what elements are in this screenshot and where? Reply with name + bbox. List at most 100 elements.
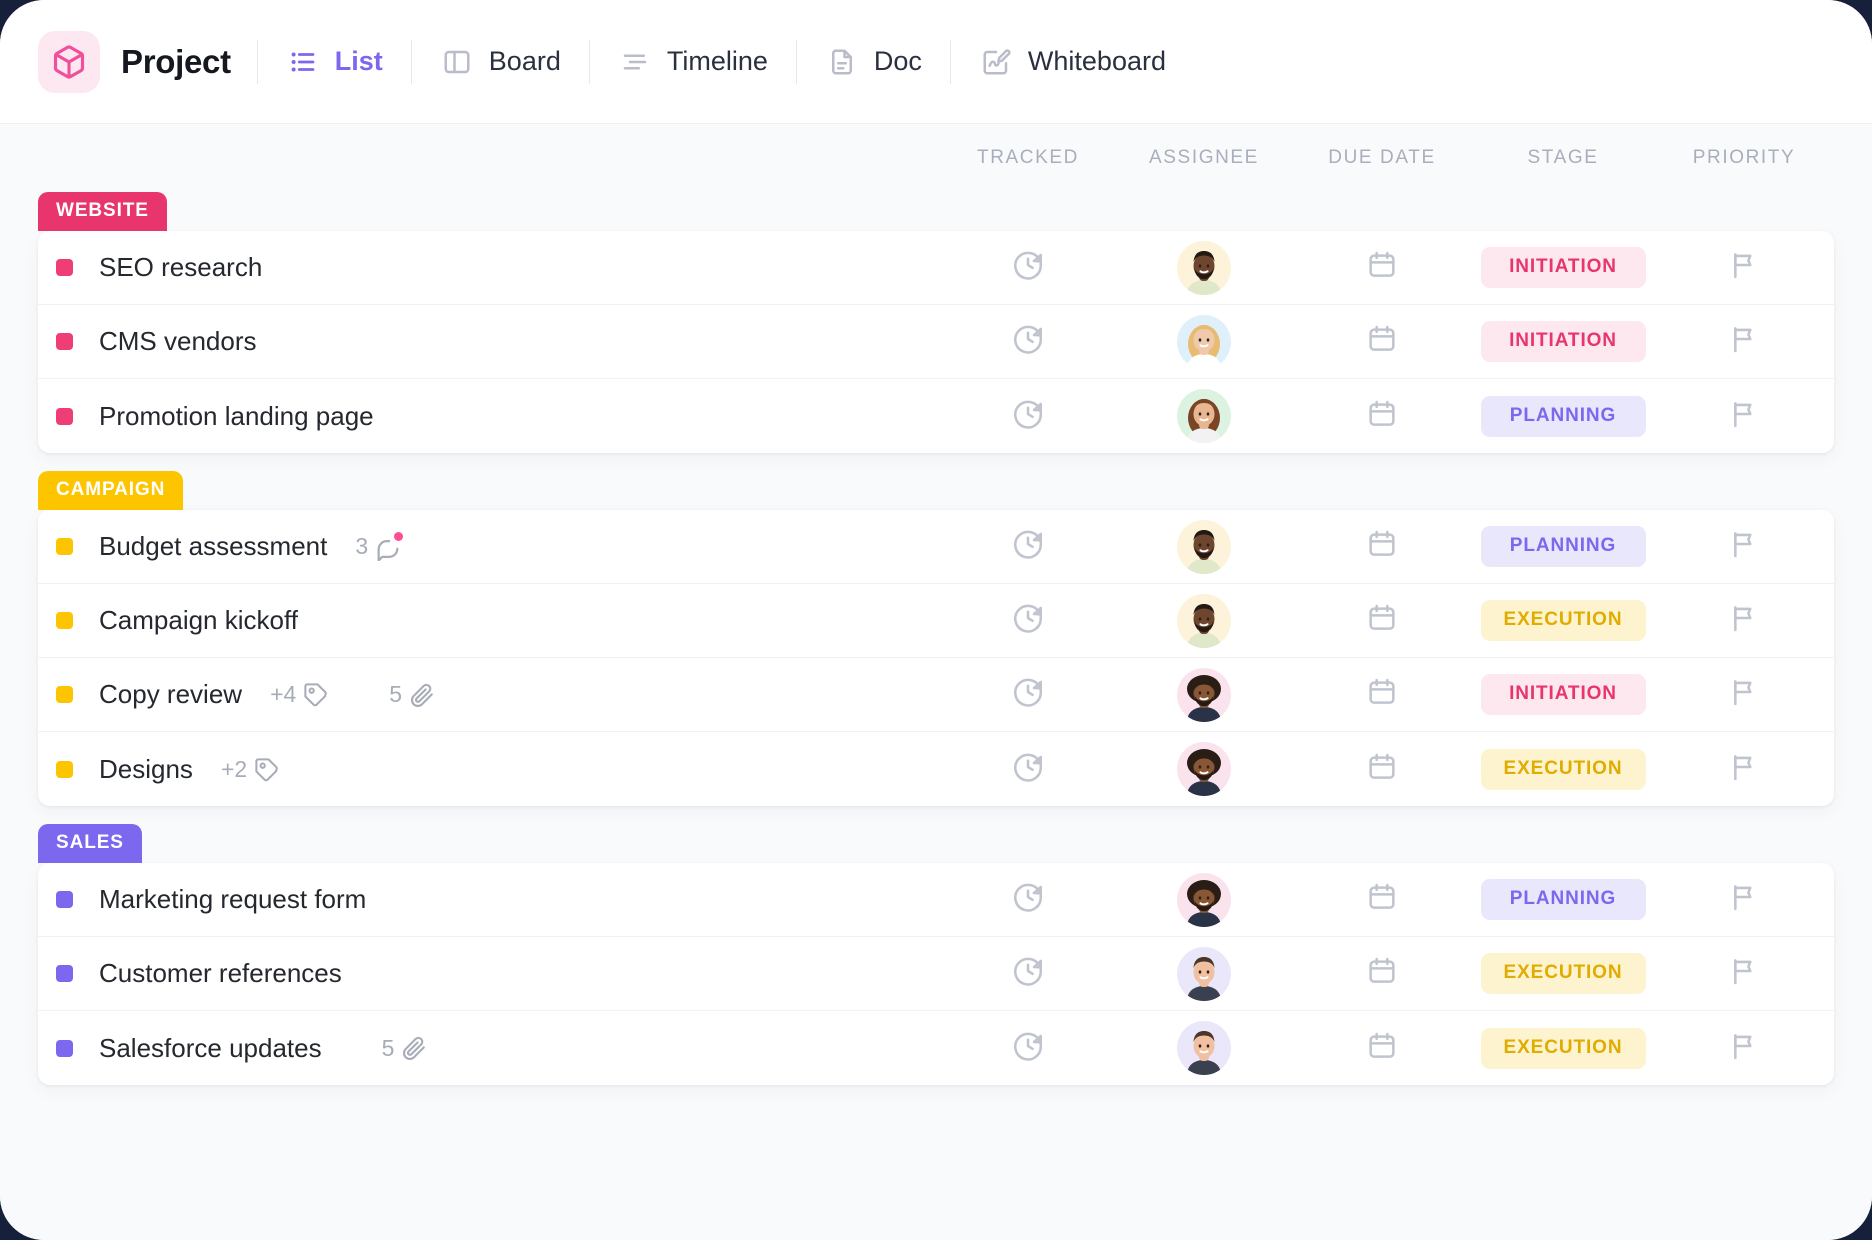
table-row[interactable]: CMS vendors — [38, 305, 1834, 379]
task-name-cell[interactable]: SEO research — [56, 252, 940, 283]
stage-cell[interactable]: INITIATION — [1472, 247, 1654, 288]
status-badge[interactable]: INITIATION — [1481, 674, 1646, 715]
assignee-cell[interactable] — [1116, 241, 1292, 295]
stage-cell[interactable]: EXECUTION — [1472, 749, 1654, 790]
avatar[interactable] — [1177, 668, 1231, 722]
calendar-icon[interactable] — [1366, 323, 1398, 360]
group-tag-website[interactable]: WEBSITE — [38, 192, 167, 231]
tab-list[interactable]: List — [258, 32, 411, 92]
table-row[interactable]: Salesforce updates 5 — [38, 1011, 1834, 1085]
stage-cell[interactable]: EXECUTION — [1472, 953, 1654, 994]
avatar[interactable] — [1177, 594, 1231, 648]
flag-icon[interactable] — [1728, 1030, 1760, 1067]
stopwatch-icon[interactable] — [1011, 248, 1045, 287]
due-date-cell[interactable] — [1292, 881, 1472, 918]
stopwatch-icon[interactable] — [1011, 880, 1045, 919]
due-date-cell[interactable] — [1292, 528, 1472, 565]
status-badge[interactable]: PLANNING — [1481, 396, 1646, 437]
comment-count[interactable]: 3 — [355, 533, 402, 561]
task-name-cell[interactable]: Marketing request form — [56, 884, 940, 915]
due-date-cell[interactable] — [1292, 249, 1472, 286]
attachment-count[interactable]: 5 — [382, 1034, 429, 1062]
status-badge[interactable]: EXECUTION — [1481, 749, 1646, 790]
avatar[interactable] — [1177, 315, 1231, 369]
task-name-cell[interactable]: CMS vendors — [56, 326, 940, 357]
status-badge[interactable]: PLANNING — [1481, 526, 1646, 567]
calendar-icon[interactable] — [1366, 1030, 1398, 1067]
tab-whiteboard[interactable]: Whiteboard — [951, 32, 1194, 92]
assignee-cell[interactable] — [1116, 520, 1292, 574]
tag-count[interactable]: +4 — [270, 681, 329, 708]
status-badge[interactable]: INITIATION — [1481, 321, 1646, 362]
stopwatch-icon[interactable] — [1011, 397, 1045, 436]
avatar[interactable] — [1177, 742, 1231, 796]
stopwatch-icon[interactable] — [1011, 601, 1045, 640]
flag-icon[interactable] — [1728, 398, 1760, 435]
calendar-icon[interactable] — [1366, 751, 1398, 788]
assignee-cell[interactable] — [1116, 947, 1292, 1001]
due-date-cell[interactable] — [1292, 955, 1472, 992]
stopwatch-icon[interactable] — [1011, 675, 1045, 714]
tab-timeline[interactable]: Timeline — [590, 32, 796, 92]
group-tag-campaign[interactable]: CAMPAIGN — [38, 471, 183, 510]
table-row[interactable]: Promotion landing page — [38, 379, 1834, 453]
priority-cell[interactable] — [1654, 881, 1834, 918]
table-row[interactable]: Customer references — [38, 937, 1834, 1011]
assignee-cell[interactable] — [1116, 594, 1292, 648]
priority-cell[interactable] — [1654, 398, 1834, 435]
flag-icon[interactable] — [1728, 955, 1760, 992]
calendar-icon[interactable] — [1366, 249, 1398, 286]
tracked-cell[interactable] — [940, 1029, 1116, 1068]
stopwatch-icon[interactable] — [1011, 750, 1045, 789]
priority-cell[interactable] — [1654, 676, 1834, 713]
calendar-icon[interactable] — [1366, 398, 1398, 435]
due-date-cell[interactable] — [1292, 1030, 1472, 1067]
status-badge[interactable]: PLANNING — [1481, 879, 1646, 920]
stopwatch-icon[interactable] — [1011, 1029, 1045, 1068]
stage-cell[interactable]: EXECUTION — [1472, 1028, 1654, 1069]
tracked-cell[interactable] — [940, 880, 1116, 919]
task-name-cell[interactable]: Salesforce updates 5 — [56, 1033, 940, 1064]
assignee-cell[interactable] — [1116, 668, 1292, 722]
tracked-cell[interactable] — [940, 527, 1116, 566]
avatar[interactable] — [1177, 389, 1231, 443]
table-row[interactable]: Copy review +4 5 — [38, 658, 1834, 732]
calendar-icon[interactable] — [1366, 676, 1398, 713]
assignee-cell[interactable] — [1116, 315, 1292, 369]
flag-icon[interactable] — [1728, 602, 1760, 639]
priority-cell[interactable] — [1654, 955, 1834, 992]
stage-cell[interactable]: PLANNING — [1472, 526, 1654, 567]
calendar-icon[interactable] — [1366, 881, 1398, 918]
stage-cell[interactable]: INITIATION — [1472, 674, 1654, 715]
tracked-cell[interactable] — [940, 397, 1116, 436]
attachment-count[interactable]: 5 — [389, 681, 436, 709]
tab-board[interactable]: Board — [412, 32, 589, 92]
status-badge[interactable]: EXECUTION — [1481, 953, 1646, 994]
flag-icon[interactable] — [1728, 751, 1760, 788]
assignee-cell[interactable] — [1116, 873, 1292, 927]
flag-icon[interactable] — [1728, 249, 1760, 286]
tracked-cell[interactable] — [940, 248, 1116, 287]
stage-cell[interactable]: PLANNING — [1472, 879, 1654, 920]
flag-icon[interactable] — [1728, 528, 1760, 565]
task-name-cell[interactable]: Copy review +4 5 — [56, 679, 940, 710]
table-row[interactable]: Designs +2 — [38, 732, 1834, 806]
task-name-cell[interactable]: Budget assessment 3 — [56, 531, 940, 562]
tracked-cell[interactable] — [940, 601, 1116, 640]
task-name-cell[interactable]: Customer references — [56, 958, 940, 989]
flag-icon[interactable] — [1728, 881, 1760, 918]
table-row[interactable]: SEO research — [38, 231, 1834, 305]
avatar[interactable] — [1177, 241, 1231, 295]
table-row[interactable]: Budget assessment 3 — [38, 510, 1834, 584]
tracked-cell[interactable] — [940, 322, 1116, 361]
stage-cell[interactable]: INITIATION — [1472, 321, 1654, 362]
due-date-cell[interactable] — [1292, 398, 1472, 435]
calendar-icon[interactable] — [1366, 602, 1398, 639]
due-date-cell[interactable] — [1292, 676, 1472, 713]
priority-cell[interactable] — [1654, 528, 1834, 565]
task-name-cell[interactable]: Promotion landing page — [56, 401, 940, 432]
flag-icon[interactable] — [1728, 323, 1760, 360]
tracked-cell[interactable] — [940, 675, 1116, 714]
tracked-cell[interactable] — [940, 750, 1116, 789]
task-name-cell[interactable]: Designs +2 — [56, 754, 940, 785]
